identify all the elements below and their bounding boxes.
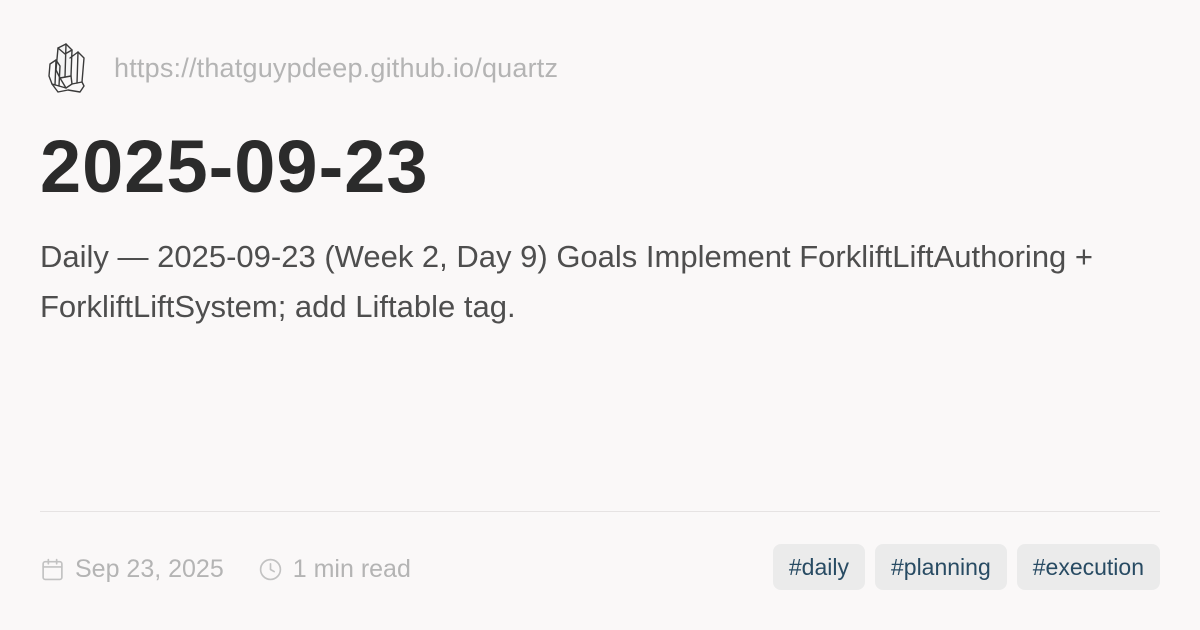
divider [40,511,1160,512]
tag-execution[interactable]: #execution [1016,544,1160,590]
reading-time: 1 min read [258,555,411,584]
page-description: Daily — 2025-09-23 (Week 2, Day 9) Goals… [40,239,1094,324]
page-title: 2025-09-23 [40,125,429,208]
publish-date-text: Sep 23, 2025 [75,554,224,583]
clock-icon [259,558,281,580]
tag-planning[interactable]: #planning [874,544,1007,590]
crystal-icon [48,43,85,93]
calendar-icon [42,558,63,580]
site-header: https://thatguypdeep.github.io/quartz [46,42,558,94]
site-url[interactable]: https://thatguypdeep.github.io/quartz [114,53,558,84]
tag-daily[interactable]: #daily [772,544,865,590]
page-meta: Sep 23, 2025 1 min read [40,546,411,592]
tag-list: #daily #planning #execution [772,544,1160,590]
reading-time-text: 1 min read [292,554,411,583]
publish-date: Sep 23, 2025 [40,555,224,584]
